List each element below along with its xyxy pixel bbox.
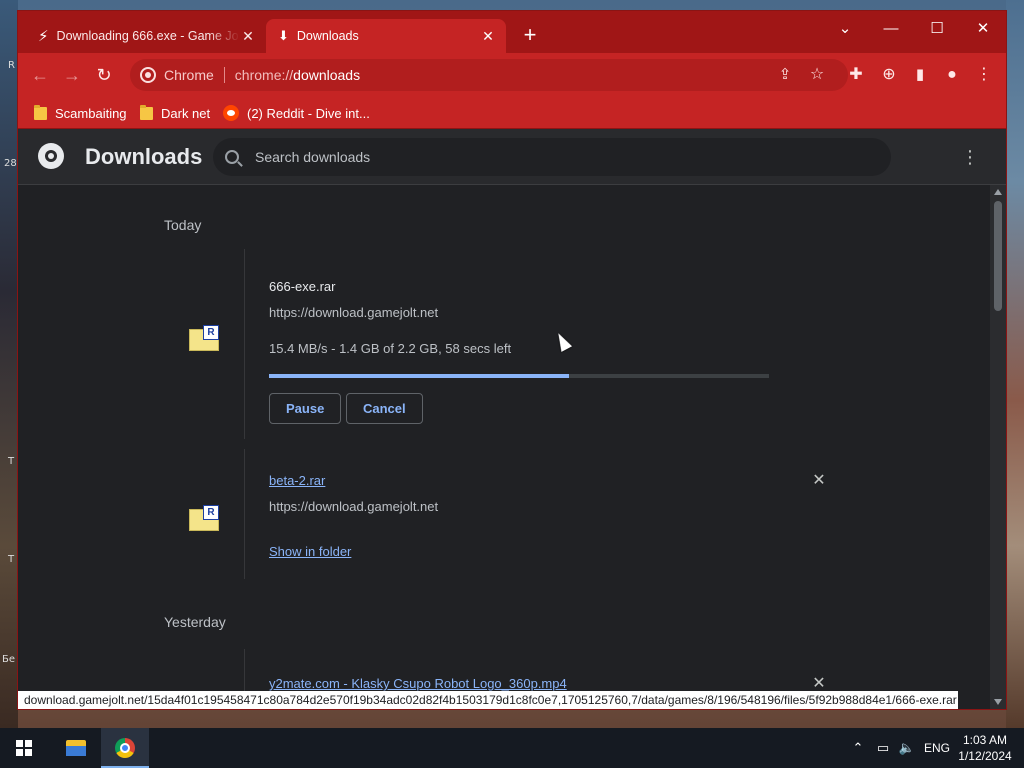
- network-icon[interactable]: ▭: [872, 728, 894, 768]
- download-status: 15.4 MB/s - 1.4 GB of 2.2 GB, 58 secs le…: [269, 341, 512, 356]
- close-icon[interactable]: ✕: [480, 28, 496, 45]
- progress-bar: [269, 374, 769, 378]
- divider: [223, 67, 225, 83]
- search-input[interactable]: [255, 149, 815, 165]
- pause-button[interactable]: Pause: [269, 393, 342, 424]
- remove-item-close-icon[interactable]: ✕: [811, 473, 827, 489]
- show-in-folder-link[interactable]: Show in folder: [269, 544, 351, 559]
- link-status-bubble: download.gamejolt.net/15da4f01c195458471…: [18, 691, 958, 709]
- forward-arrow-icon[interactable]: →: [60, 63, 84, 87]
- desktop-background-left: R 28 Т Т Бе: [0, 0, 18, 728]
- tab-gamejolt[interactable]: ⚡ Downloading 666.exe - Game Jolt ✕: [26, 19, 266, 53]
- folder-icon: [34, 104, 47, 120]
- page-scrollbar[interactable]: [990, 185, 1006, 709]
- side-panel-icon[interactable]: ▮: [908, 63, 932, 87]
- rar-file-icon: R: [189, 325, 221, 351]
- cancel-button[interactable]: Cancel: [346, 393, 423, 424]
- bookmark-label: Scambaiting: [55, 105, 127, 121]
- start-button[interactable]: [0, 728, 48, 768]
- tab-strip: ⚡ Downloading 666.exe - Game Jolt ✕ ⬇ Do…: [18, 11, 1006, 53]
- bookmark-label: (2) Reddit - Dive int...: [247, 105, 370, 121]
- close-icon[interactable]: ✕: [240, 28, 256, 45]
- file-name-link[interactable]: beta-2.rar: [269, 473, 325, 488]
- file-source-url[interactable]: https://download.gamejolt.net: [269, 499, 438, 514]
- bookmarks-bar: Scambaiting Dark net (2) Reddit - Dive i…: [18, 97, 1006, 129]
- search-icon: [225, 150, 239, 164]
- profile-avatar-icon[interactable]: ●: [940, 63, 964, 87]
- chrome-taskbar-button[interactable]: [101, 728, 149, 768]
- desktop-icon-label: 28: [4, 158, 17, 169]
- clock-time: 1:03 AM: [962, 733, 1008, 747]
- downloads-header: Downloads ⋮: [18, 129, 1006, 185]
- chrome-site-icon: [140, 67, 156, 83]
- address-bar[interactable]: Chrome chrome://downloads: [130, 59, 848, 91]
- tab-downloads[interactable]: ⬇ Downloads ✕: [266, 19, 506, 53]
- date-heading-today: Today: [164, 217, 202, 233]
- desktop-icon-label: R: [8, 60, 15, 71]
- download-item: R beta-2.rar ✕ https://download.gamejolt…: [189, 449, 844, 579]
- desktop-icon-label: Т: [8, 554, 15, 565]
- extensions-puzzle-icon[interactable]: ✚: [844, 63, 868, 87]
- desktop-icon-label: Т: [8, 456, 15, 467]
- scroll-up-arrow-icon[interactable]: [994, 189, 1002, 195]
- volume-muted-icon[interactable]: 🔈: [896, 728, 918, 768]
- tab-title: Downloads: [296, 29, 359, 43]
- scrollbar-thumb[interactable]: [994, 201, 1002, 311]
- desktop-background-right: [1006, 0, 1024, 728]
- reload-icon[interactable]: ↻: [92, 63, 116, 87]
- browser-window: ⚡ Downloading 666.exe - Game Jolt ✕ ⬇ Do…: [17, 10, 1007, 710]
- close-window-button[interactable]: ✕: [960, 15, 1006, 43]
- downloads-progress-icon[interactable]: ⊕: [877, 63, 901, 87]
- navigation-toolbar: ← → ↻ Chrome chrome://downloads ⇪ ☆ ✚ ⊕ …: [18, 53, 1006, 97]
- download-item: R 666-exe.rar https://download.gamejolt.…: [189, 249, 844, 439]
- tab-search-chevron-icon[interactable]: ⌄: [822, 15, 868, 43]
- tab-title: Downloading 666.exe - Game Jolt: [56, 29, 240, 43]
- share-icon[interactable]: ⇪: [773, 63, 797, 87]
- page-title: Downloads: [85, 144, 203, 169]
- system-clock[interactable]: 1:03 AM 1/12/2024: [950, 732, 1020, 764]
- chevron-up-icon[interactable]: ⌃: [848, 728, 868, 768]
- date-heading-yesterday: Yesterday: [164, 614, 226, 630]
- taskbar: ⌃ ▭ 🔈 ENG 1:03 AM 1/12/2024: [0, 728, 1024, 768]
- file-name: 666-exe.rar: [269, 279, 336, 294]
- reddit-icon: [223, 105, 239, 121]
- more-options-icon[interactable]: ⋮: [960, 145, 980, 169]
- windows-logo-icon: [16, 740, 32, 756]
- chrome-menu-icon[interactable]: ⋮: [972, 63, 996, 87]
- chrome-icon: [115, 738, 135, 758]
- bookmark-scambaiting[interactable]: Scambaiting: [34, 103, 127, 123]
- site-label: Chrome: [164, 67, 214, 83]
- back-arrow-icon[interactable]: ←: [28, 63, 52, 87]
- bookmark-reddit[interactable]: (2) Reddit - Dive int...: [223, 103, 370, 123]
- bookmark-star-icon[interactable]: ☆: [805, 63, 829, 87]
- url-scheme: chrome://: [234, 67, 294, 83]
- bookmark-dark-net[interactable]: Dark net: [140, 103, 210, 123]
- progress-bar-fill: [269, 374, 569, 378]
- gamejolt-icon: ⚡: [38, 28, 49, 45]
- new-tab-button[interactable]: +: [518, 24, 542, 48]
- chrome-logo-icon: [38, 143, 64, 169]
- search-box[interactable]: [213, 138, 891, 176]
- file-explorer-icon: [66, 740, 86, 756]
- remove-item-close-icon[interactable]: ✕: [811, 676, 827, 692]
- language-indicator[interactable]: ENG: [922, 728, 952, 768]
- file-explorer-button[interactable]: [52, 728, 100, 768]
- file-source-url[interactable]: https://download.gamejolt.net: [269, 305, 438, 320]
- folder-icon: [140, 104, 153, 120]
- scroll-down-arrow-icon[interactable]: [994, 699, 1002, 705]
- download-item: y2mate.com - Klasky Csupo Robot Logo_360…: [244, 649, 844, 697]
- downloads-list: Today R 666-exe.rar https://download.gam…: [18, 185, 990, 697]
- maximize-button[interactable]: ☐: [914, 15, 960, 43]
- minimize-button[interactable]: —: [868, 15, 914, 43]
- download-icon: ⬇: [278, 28, 289, 43]
- desktop-icon-label: Бе: [2, 654, 16, 665]
- url-host: downloads: [293, 67, 361, 83]
- bookmark-label: Dark net: [161, 105, 211, 121]
- file-name-link[interactable]: y2mate.com - Klasky Csupo Robot Logo_360…: [269, 676, 567, 691]
- rar-file-icon: R: [189, 505, 221, 531]
- clock-date: 1/12/2024: [958, 749, 1012, 763]
